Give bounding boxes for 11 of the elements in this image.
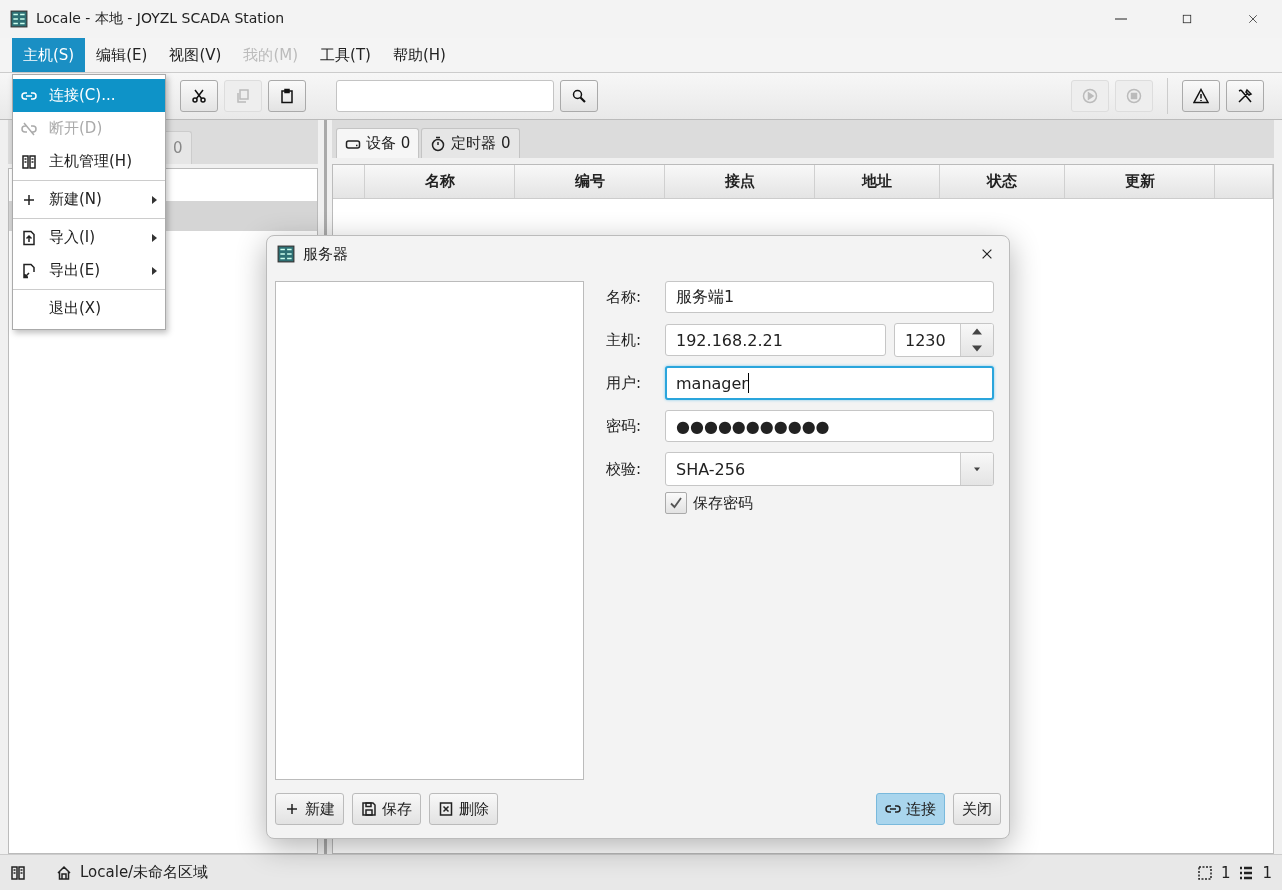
field-label: 名称: (606, 287, 643, 307)
list-count: 1 (1262, 863, 1272, 882)
selection-count: 1 (1220, 863, 1231, 882)
window-title: Locale - 本地 - JOYZL SCADA Station (36, 10, 286, 28)
field-label: 主机: (606, 330, 643, 350)
field-label: 校验: (606, 459, 643, 479)
dialog-title: 服务器 (303, 244, 349, 264)
field-label: 用户: (606, 373, 643, 393)
checkbox-label: 保存密码 (693, 493, 753, 513)
field-label: 密码: (606, 416, 643, 436)
status-path: Locale/未命名区域 (80, 863, 209, 882)
